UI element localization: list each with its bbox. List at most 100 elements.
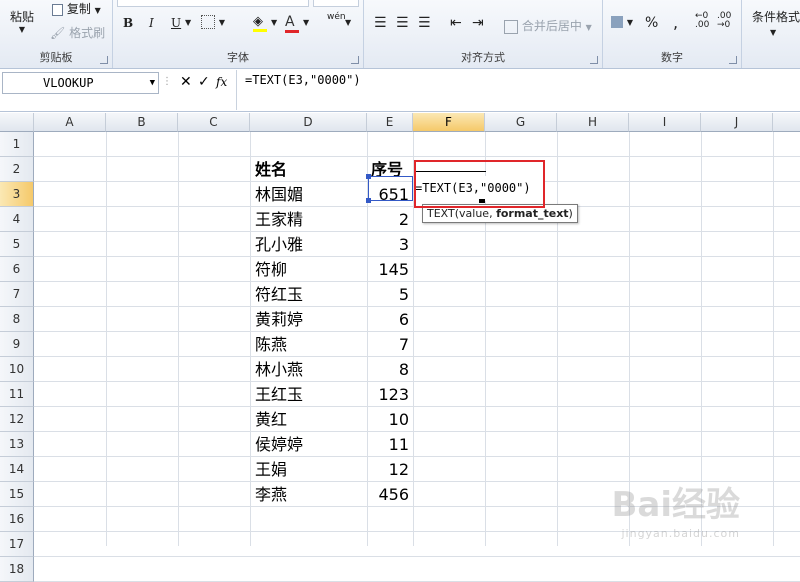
row-header-2[interactable]: 2 bbox=[0, 157, 34, 182]
font-name-box[interactable] bbox=[117, 0, 309, 7]
column-header-f[interactable]: F bbox=[413, 113, 485, 132]
row-header-12[interactable]: 12 bbox=[0, 407, 34, 432]
insert-function-button[interactable]: fx bbox=[216, 72, 227, 92]
row-header-5[interactable]: 5 bbox=[0, 232, 34, 257]
font-color-dropdown-icon[interactable]: ▼ bbox=[303, 18, 309, 27]
cell-seq[interactable]: 8 bbox=[367, 357, 413, 382]
number-launcher-icon[interactable] bbox=[729, 56, 737, 64]
cell-name[interactable]: 黄红 bbox=[250, 407, 367, 432]
border-icon[interactable]: ▼ bbox=[201, 14, 225, 29]
select-all-corner[interactable] bbox=[0, 113, 34, 132]
decrease-indent-icon[interactable]: ⇤ bbox=[450, 15, 462, 31]
align-right-icon[interactable]: ☰ bbox=[418, 15, 431, 31]
cell-name[interactable]: 符红玉 bbox=[250, 282, 367, 307]
italic-button[interactable]: I bbox=[149, 16, 154, 30]
column-header-g[interactable]: G bbox=[485, 113, 557, 132]
cell-name[interactable]: 林国媚 bbox=[250, 182, 367, 207]
column-header-c[interactable]: C bbox=[178, 113, 250, 132]
row-header-11[interactable]: 11 bbox=[0, 382, 34, 407]
cell-seq[interactable]: 145 bbox=[367, 257, 413, 282]
row-header-18[interactable]: 18 bbox=[0, 557, 34, 582]
cell-seq[interactable]: 123 bbox=[367, 382, 413, 407]
column-header-b[interactable]: B bbox=[106, 113, 178, 132]
cell-name[interactable]: 李燕 bbox=[250, 482, 367, 507]
reference-handle[interactable] bbox=[366, 198, 371, 203]
column-header-h[interactable]: H bbox=[557, 113, 629, 132]
fill-color-dropdown-icon[interactable]: ▼ bbox=[271, 18, 277, 27]
increase-decimal-icon[interactable]: ←0.00 bbox=[695, 12, 709, 30]
phonetic-button[interactable]: wén bbox=[327, 12, 346, 22]
percent-button[interactable]: % bbox=[645, 15, 658, 31]
cell-seq[interactable]: 6 bbox=[367, 307, 413, 332]
cell-name[interactable]: 侯婷婷 bbox=[250, 432, 367, 457]
fill-color-icon[interactable]: ◈ bbox=[253, 14, 267, 32]
cell-seq[interactable]: 5 bbox=[367, 282, 413, 307]
cell-seq[interactable]: 2 bbox=[367, 207, 413, 232]
cell-name[interactable]: 林小燕 bbox=[250, 357, 367, 382]
cell-name[interactable]: 陈燕 bbox=[250, 332, 367, 357]
format-painter-button[interactable]: 🖌 格式刷 bbox=[50, 24, 105, 41]
cell-name[interactable]: 符柳 bbox=[250, 257, 367, 282]
cell-name[interactable]: 王红玉 bbox=[250, 382, 367, 407]
row-header-1[interactable]: 1 bbox=[0, 132, 34, 157]
formula-input[interactable]: =TEXT(E3,"0000") bbox=[236, 70, 798, 110]
row-header-9[interactable]: 9 bbox=[0, 332, 34, 357]
phonetic-dropdown-icon[interactable]: ▼ bbox=[345, 18, 351, 27]
row-header-16[interactable]: 16 bbox=[0, 507, 34, 532]
cell-name[interactable]: 王家精 bbox=[250, 207, 367, 232]
cell-seq[interactable]: 11 bbox=[367, 432, 413, 457]
clipboard-launcher-icon[interactable] bbox=[100, 56, 108, 64]
align-center-icon[interactable]: ☰ bbox=[396, 15, 409, 31]
bold-button[interactable]: B bbox=[123, 16, 133, 30]
paste-dropdown-icon[interactable]: ▼ bbox=[10, 25, 34, 34]
row-header-15[interactable]: 15 bbox=[0, 482, 34, 507]
cell-seq[interactable]: 456 bbox=[367, 482, 413, 507]
enter-button[interactable]: ✓ bbox=[198, 72, 210, 92]
copy-dropdown-icon[interactable]: ▼ bbox=[95, 6, 101, 15]
column-header-d[interactable]: D bbox=[250, 113, 367, 132]
column-header-k[interactable] bbox=[773, 113, 800, 132]
row-header-3[interactable]: 3 bbox=[0, 182, 34, 207]
underline-dropdown-icon[interactable]: ▼ bbox=[185, 18, 191, 27]
cell-seq[interactable]: 7 bbox=[367, 332, 413, 357]
cell-name[interactable]: 黄莉婷 bbox=[250, 307, 367, 332]
row-header-8[interactable]: 8 bbox=[0, 307, 34, 332]
cell-name[interactable]: 孔小雅 bbox=[250, 232, 367, 257]
name-box-dropdown-icon[interactable]: ▼ bbox=[150, 73, 155, 93]
reference-handle[interactable] bbox=[366, 174, 371, 179]
alignment-launcher-icon[interactable] bbox=[590, 56, 598, 64]
align-left-icon[interactable]: ☰ bbox=[374, 15, 387, 31]
column-header-i[interactable]: I bbox=[629, 113, 701, 132]
accounting-format-icon[interactable]: ▼ bbox=[611, 14, 633, 28]
gridline bbox=[773, 132, 774, 546]
paste-button[interactable]: 粘贴 ▼ bbox=[10, 8, 34, 34]
cancel-button[interactable]: ✕ bbox=[180, 72, 192, 92]
name-box[interactable]: VLOOKUP ▼ bbox=[2, 72, 159, 94]
comma-button[interactable]: , bbox=[673, 13, 678, 32]
row-header-13[interactable]: 13 bbox=[0, 432, 34, 457]
cell-d2-header-name[interactable]: 姓名 bbox=[250, 157, 367, 182]
column-header-j[interactable]: J bbox=[701, 113, 773, 132]
decrease-decimal-icon[interactable]: .00 →0 bbox=[717, 12, 731, 30]
conditional-format-dropdown-icon[interactable]: ▼ bbox=[770, 28, 776, 37]
copy-button[interactable]: 复制 ▼ bbox=[52, 0, 101, 17]
font-size-box[interactable] bbox=[313, 0, 359, 7]
row-header-6[interactable]: 6 bbox=[0, 257, 34, 282]
row-header-17[interactable]: 17 bbox=[0, 532, 34, 557]
column-header-e[interactable]: E bbox=[367, 113, 413, 132]
column-header-a[interactable]: A bbox=[34, 113, 106, 132]
underline-button[interactable]: U bbox=[171, 16, 181, 30]
cell-seq[interactable]: 12 bbox=[367, 457, 413, 482]
merge-center-button[interactable]: 合并后居中 ▼ bbox=[504, 17, 592, 34]
cell-seq[interactable]: 10 bbox=[367, 407, 413, 432]
row-header-4[interactable]: 4 bbox=[0, 207, 34, 232]
row-header-10[interactable]: 10 bbox=[0, 357, 34, 382]
conditional-format-button[interactable]: 条件格式 bbox=[752, 8, 800, 25]
font-launcher-icon[interactable] bbox=[351, 56, 359, 64]
increase-indent-icon[interactable]: ⇥ bbox=[472, 15, 484, 31]
cell-seq[interactable]: 3 bbox=[367, 232, 413, 257]
cell-name[interactable]: 王娟 bbox=[250, 457, 367, 482]
row-header-7[interactable]: 7 bbox=[0, 282, 34, 307]
row-header-14[interactable]: 14 bbox=[0, 457, 34, 482]
font-color-button[interactable]: A bbox=[285, 14, 299, 33]
